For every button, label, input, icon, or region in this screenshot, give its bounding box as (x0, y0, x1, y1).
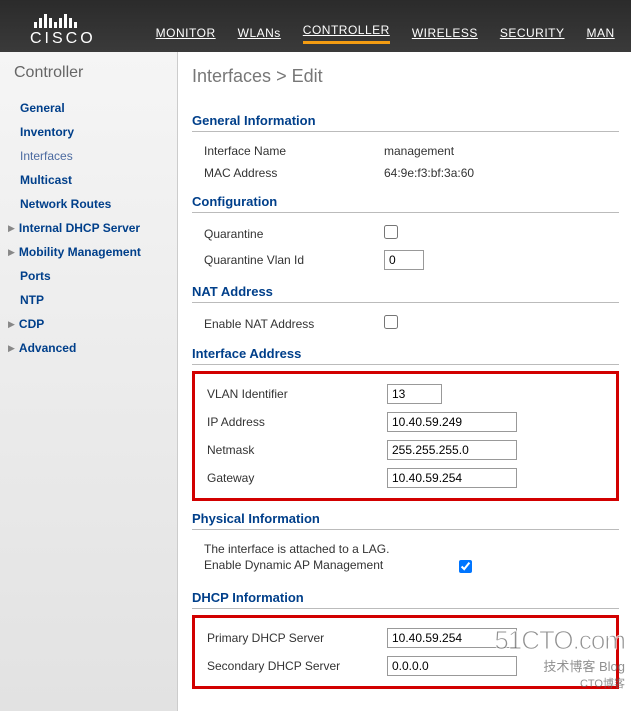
input-gateway[interactable] (387, 468, 517, 488)
chevron-right-icon: ▶ (8, 247, 15, 258)
section-nat-title: NAT Address (192, 284, 619, 303)
input-netmask[interactable] (387, 440, 517, 460)
main-content: Interfaces > Edit General Information In… (178, 52, 631, 711)
nav-controller[interactable]: CONTROLLER (303, 23, 390, 44)
cisco-logo: CISCO (30, 14, 96, 48)
sidebar-item-ports[interactable]: Ports (20, 264, 177, 288)
sidebar-item-multicast[interactable]: Multicast (20, 168, 177, 192)
label-secondary-dhcp: Secondary DHCP Server (207, 659, 387, 673)
sidebar-item-inventory[interactable]: Inventory (20, 120, 177, 144)
breadcrumb-tail: Edit (292, 66, 323, 86)
sidebar-item-network-routes[interactable]: Network Routes (20, 192, 177, 216)
highlight-box-interface-address: VLAN Identifier IP Address Netmask Gatew… (192, 371, 619, 501)
breadcrumb-sep: > (276, 66, 287, 86)
row-primary-dhcp: Primary DHCP Server (195, 624, 616, 652)
nav-monitor[interactable]: MONITOR (156, 26, 216, 44)
row-enable-nat: Enable NAT Address (192, 311, 619, 336)
input-primary-dhcp[interactable] (387, 628, 517, 648)
highlight-box-dhcp: Primary DHCP Server Secondary DHCP Serve… (192, 615, 619, 689)
row-interface-name: Interface Name management (192, 140, 619, 162)
sidebar-item-cdp[interactable]: ▶CDP (20, 312, 177, 336)
label-interface-name: Interface Name (204, 144, 384, 158)
sidebar-item-interfaces[interactable]: Interfaces (20, 144, 177, 168)
checkbox-quarantine[interactable] (384, 225, 398, 239)
sidebar-item-ntp[interactable]: NTP (20, 288, 177, 312)
nav-man[interactable]: MAN (587, 26, 615, 44)
logo-bars-icon (34, 14, 77, 28)
label-netmask: Netmask (207, 443, 387, 457)
sidebar-item-advanced[interactable]: ▶Advanced (20, 336, 177, 360)
breadcrumb: Interfaces > Edit (192, 66, 619, 87)
label-enable-nat: Enable NAT Address (204, 317, 384, 331)
top-nav: MONITOR WLANs CONTROLLER WIRELESS SECURI… (156, 23, 615, 44)
section-configuration-title: Configuration (192, 194, 619, 213)
row-gateway: Gateway (195, 464, 616, 492)
sidebar: Controller General Inventory Interfaces … (0, 52, 178, 711)
nav-wireless[interactable]: WIRELESS (412, 26, 478, 44)
section-physical-title: Physical Information (192, 511, 619, 530)
label-ip: IP Address (207, 415, 387, 429)
row-vlan-id: VLAN Identifier (195, 380, 616, 408)
row-mac-address: MAC Address 64:9e:f3:bf:3a:60 (192, 162, 619, 184)
physical-note: The interface is attached to a LAG. Enab… (192, 542, 389, 573)
label-vlan-id: VLAN Identifier (207, 387, 387, 401)
breadcrumb-root: Interfaces (192, 66, 271, 86)
section-dhcp-title: DHCP Information (192, 590, 619, 609)
value-interface-name: management (384, 144, 619, 158)
chevron-right-icon: ▶ (8, 223, 15, 234)
checkbox-dynamic-ap[interactable] (459, 560, 472, 573)
nav-security[interactable]: SECURITY (500, 26, 565, 44)
label-quarantine: Quarantine (204, 227, 384, 241)
brand-text: CISCO (30, 30, 96, 48)
label-quarantine-vlan: Quarantine Vlan Id (204, 253, 384, 267)
row-quarantine: Quarantine (192, 221, 619, 246)
row-secondary-dhcp: Secondary DHCP Server (195, 652, 616, 680)
input-ip[interactable] (387, 412, 517, 432)
row-netmask: Netmask (195, 436, 616, 464)
chevron-right-icon: ▶ (8, 319, 15, 330)
label-gateway: Gateway (207, 471, 387, 485)
sidebar-item-mobility[interactable]: ▶Mobility Management (20, 240, 177, 264)
input-secondary-dhcp[interactable] (387, 656, 517, 676)
chevron-right-icon: ▶ (8, 343, 15, 354)
sidebar-item-general[interactable]: General (20, 96, 177, 120)
sidebar-title: Controller (0, 64, 177, 96)
physical-note-line1: The interface is attached to a LAG. (204, 542, 389, 558)
physical-note-line2: Enable Dynamic AP Management (204, 558, 389, 574)
nav-wlans[interactable]: WLANs (238, 26, 281, 44)
label-primary-dhcp: Primary DHCP Server (207, 631, 387, 645)
input-vlan-id[interactable] (387, 384, 442, 404)
label-mac: MAC Address (204, 166, 384, 180)
checkbox-enable-nat[interactable] (384, 315, 398, 329)
row-ip-address: IP Address (195, 408, 616, 436)
input-quarantine-vlan[interactable] (384, 250, 424, 270)
section-general-info-title: General Information (192, 113, 619, 132)
sidebar-item-internal-dhcp[interactable]: ▶Internal DHCP Server (20, 216, 177, 240)
row-quarantine-vlan: Quarantine Vlan Id (192, 246, 619, 274)
section-iface-addr-title: Interface Address (192, 346, 619, 365)
app-header: CISCO MONITOR WLANs CONTROLLER WIRELESS … (0, 0, 631, 52)
value-mac: 64:9e:f3:bf:3a:60 (384, 166, 619, 180)
row-physical-note: The interface is attached to a LAG. Enab… (192, 538, 619, 580)
